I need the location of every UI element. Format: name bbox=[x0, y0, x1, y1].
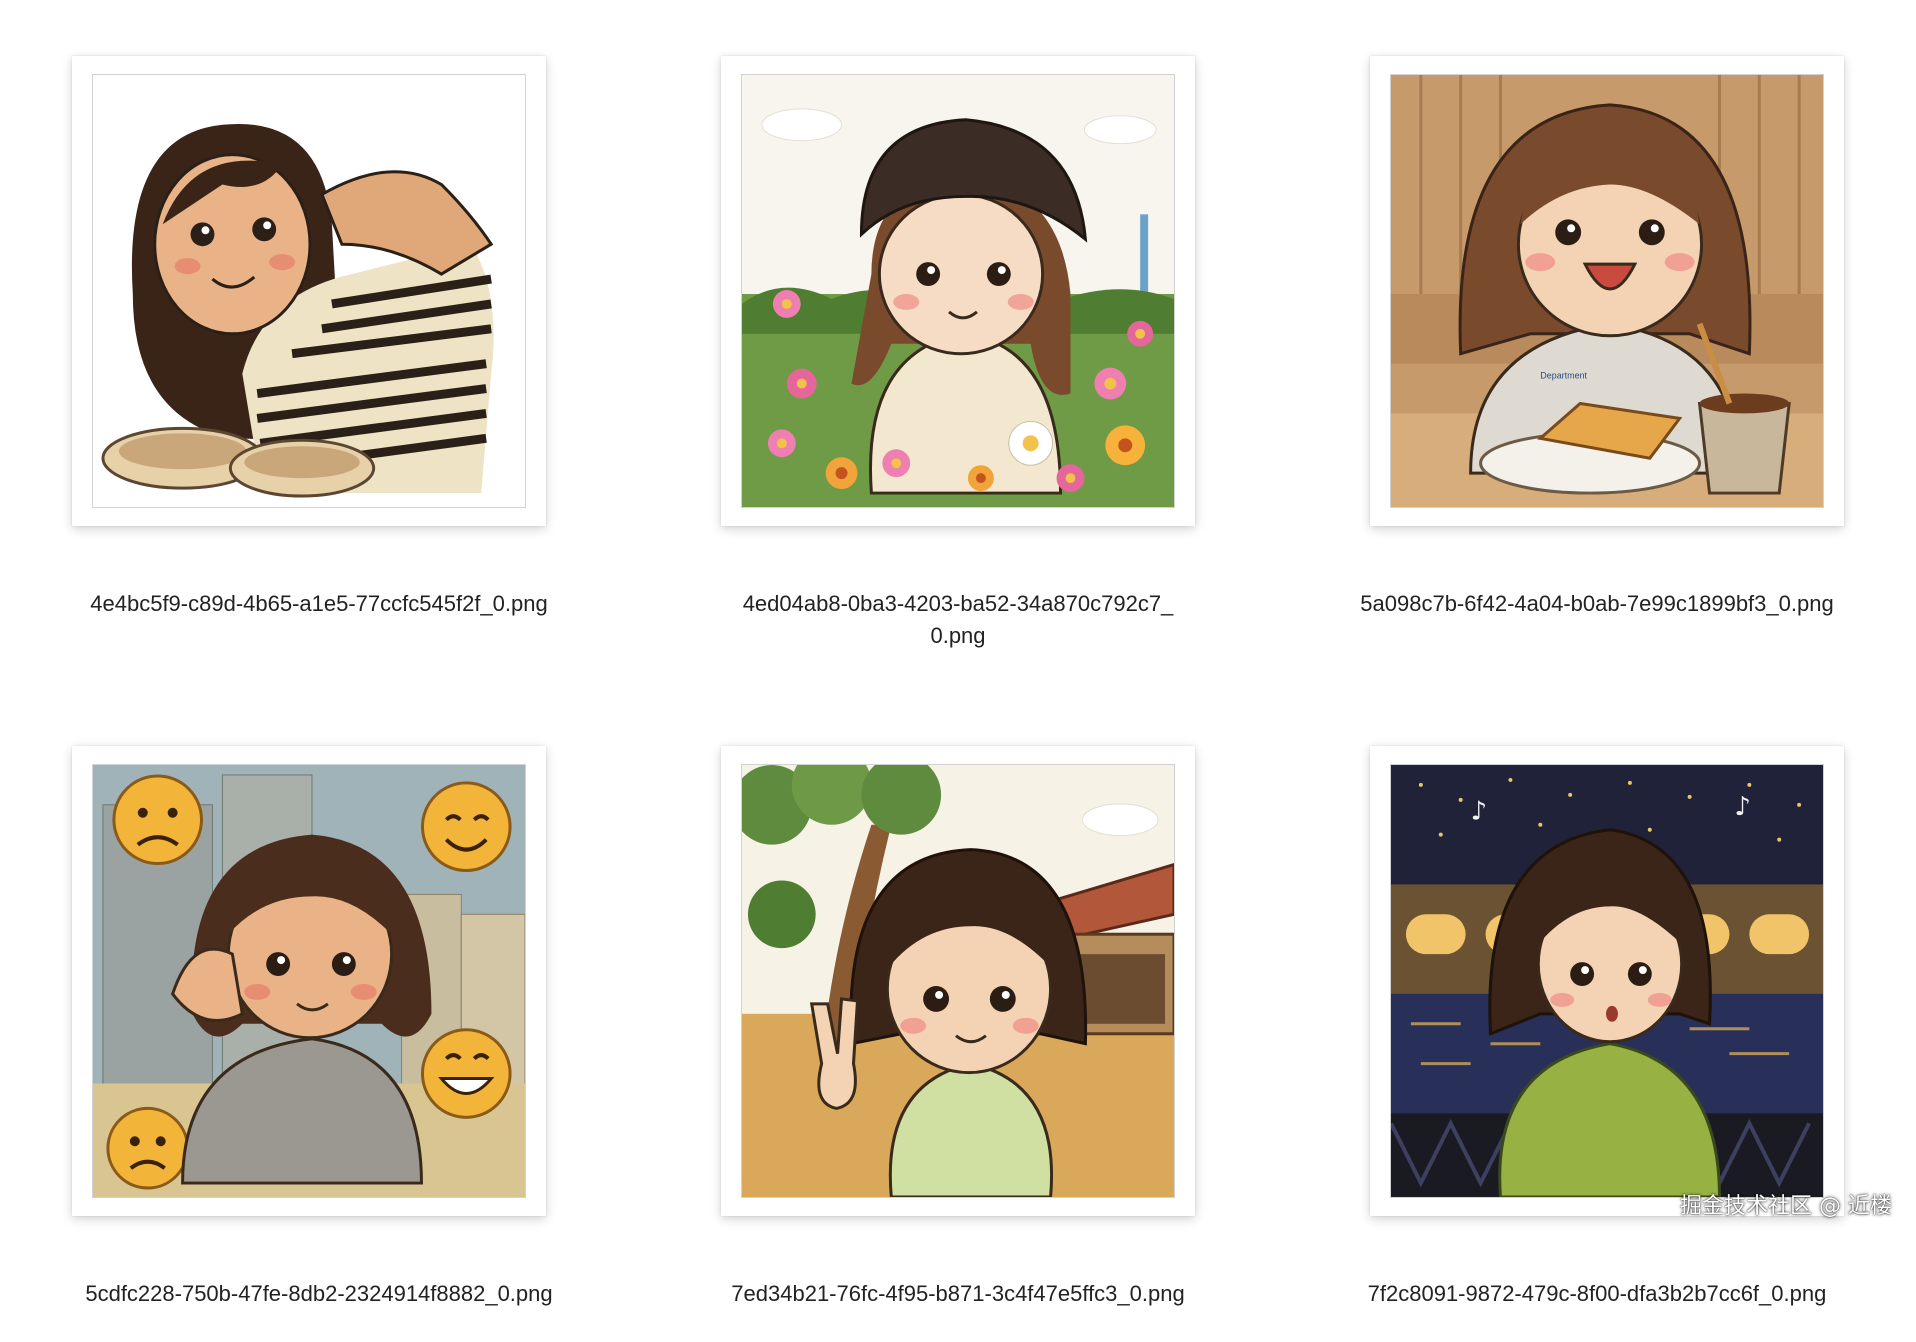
thumbnail-frame[interactable] bbox=[721, 746, 1195, 1216]
thumbnail-frame[interactable]: Department bbox=[1370, 56, 1844, 526]
girl-beanie-flower-field-thumbnail bbox=[742, 75, 1174, 507]
thumbnail-frame[interactable]: ♪ ♪ bbox=[1370, 746, 1844, 1216]
svg-text:♪: ♪ bbox=[1471, 797, 1488, 827]
svg-text:Department: Department bbox=[1540, 371, 1587, 381]
girl-park-peace-sign-thumbnail bbox=[742, 765, 1174, 1197]
thumbnail-frame[interactable] bbox=[721, 56, 1195, 526]
file-name-label[interactable]: 4ed04ab8-0ba3-4203-ba52-34a870c792c7_0.p… bbox=[741, 588, 1175, 652]
girl-cafe-toast-coffee-thumbnail: Department bbox=[1391, 75, 1823, 507]
file-name-label[interactable]: 5a098c7b-6f42-4a04-b0ab-7e99c1899bf3_0.p… bbox=[1278, 588, 1916, 620]
file-name-label[interactable]: 7f2c8091-9872-479c-8f00-dfa3b2b7cc6f_0.p… bbox=[1278, 1278, 1916, 1310]
image-thumbnail[interactable]: Department bbox=[1390, 74, 1824, 508]
girl-striped-shirt-peace-sign-thumbnail bbox=[93, 75, 525, 507]
file-grid: 4e4bc5f9-c89d-4b65-a1e5-77ccfc545f2f_0.p… bbox=[0, 0, 1916, 1342]
image-thumbnail[interactable]: ♪ ♪ bbox=[1390, 764, 1824, 1198]
image-thumbnail[interactable] bbox=[741, 74, 1175, 508]
svg-text:♪: ♪ bbox=[1734, 792, 1751, 822]
image-thumbnail[interactable] bbox=[92, 764, 526, 1198]
girl-city-emoji-faces-thumbnail bbox=[93, 765, 525, 1197]
watermark-text: 掘金技术社区 @ 近楼 bbox=[1680, 1194, 1892, 1219]
thumbnail-frame[interactable] bbox=[72, 746, 546, 1216]
image-thumbnail[interactable] bbox=[741, 764, 1175, 1198]
image-thumbnail[interactable] bbox=[92, 74, 526, 508]
girl-night-city-river-thumbnail: ♪ ♪ bbox=[1391, 765, 1823, 1197]
thumbnail-frame[interactable] bbox=[72, 56, 546, 526]
file-name-label[interactable]: 4e4bc5f9-c89d-4b65-a1e5-77ccfc545f2f_0.p… bbox=[0, 588, 638, 620]
file-name-label[interactable]: 5cdfc228-750b-47fe-8db2-2324914f8882_0.p… bbox=[0, 1278, 638, 1310]
file-name-label[interactable]: 7ed34b21-76fc-4f95-b871-3c4f47e5ffc3_0.p… bbox=[639, 1278, 1277, 1310]
